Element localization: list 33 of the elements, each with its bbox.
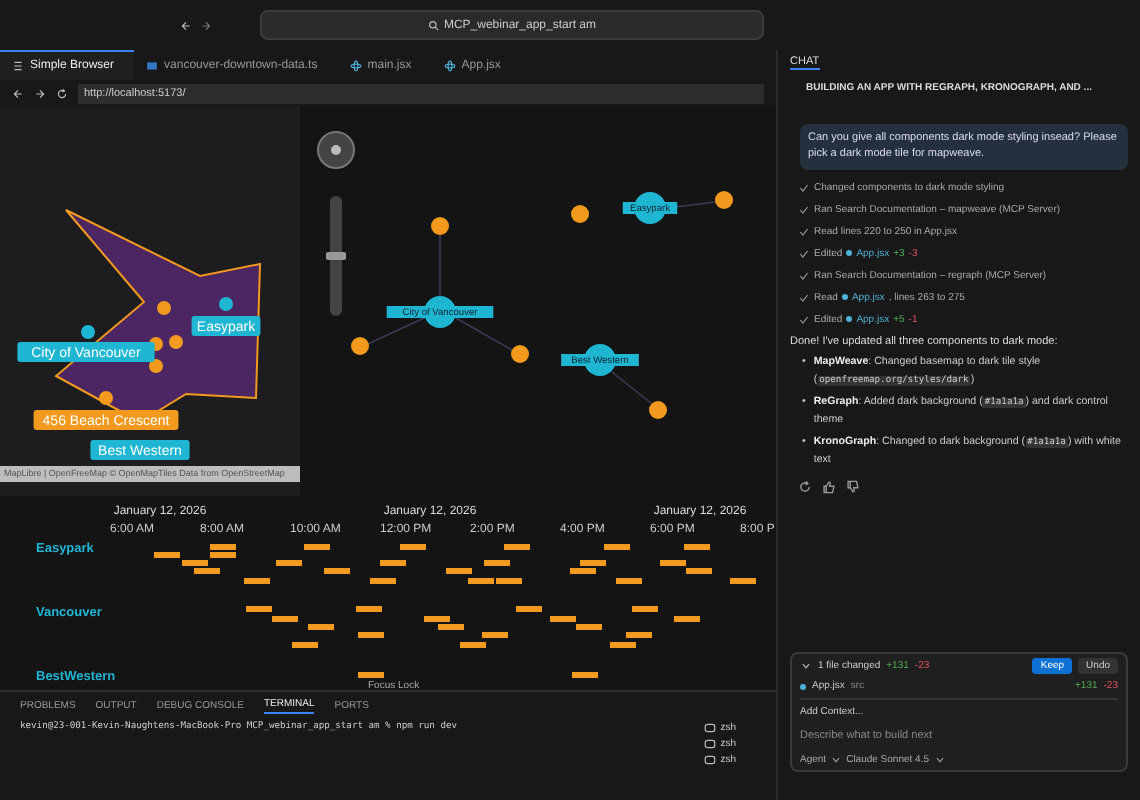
retry-icon[interactable] (798, 479, 812, 493)
back-arrow-icon[interactable] (12, 87, 24, 99)
forward-arrow-icon[interactable] (200, 19, 212, 31)
graph-node[interactable] (351, 337, 369, 355)
map-marker[interactable] (219, 297, 233, 311)
graph-node[interactable] (715, 191, 733, 209)
back-arrow-icon[interactable] (180, 19, 192, 31)
chevron-down-icon[interactable] (800, 660, 812, 672)
chevron-down-icon[interactable] (933, 754, 945, 766)
graph-node[interactable] (571, 205, 589, 223)
pan-control-icon[interactable] (317, 131, 355, 169)
thumbs-up-icon[interactable] (822, 479, 836, 493)
forward-arrow-icon[interactable] (34, 87, 46, 99)
map-marker[interactable] (169, 335, 183, 349)
zoom-slider-thumb[interactable] (326, 252, 346, 260)
graph-node[interactable] (431, 217, 449, 235)
graph-node[interactable] (511, 345, 529, 363)
graph-edge (439, 233, 441, 297)
graph-edge (455, 317, 513, 351)
search-icon (427, 19, 440, 31)
map-marker[interactable] (157, 301, 171, 315)
graph-edge (367, 317, 425, 345)
map-marker[interactable] (81, 325, 95, 339)
chevron-down-icon[interactable] (830, 754, 843, 766)
graph-node[interactable] (649, 401, 667, 419)
atom-icon (349, 60, 362, 72)
graph-edge (611, 371, 653, 405)
map-marker[interactable] (99, 391, 113, 405)
map-marker[interactable] (149, 359, 163, 373)
atom-icon (443, 60, 456, 72)
zoom-slider-track[interactable] (330, 196, 342, 316)
thumbs-down-icon[interactable] (846, 479, 860, 493)
reload-icon[interactable] (56, 87, 68, 99)
